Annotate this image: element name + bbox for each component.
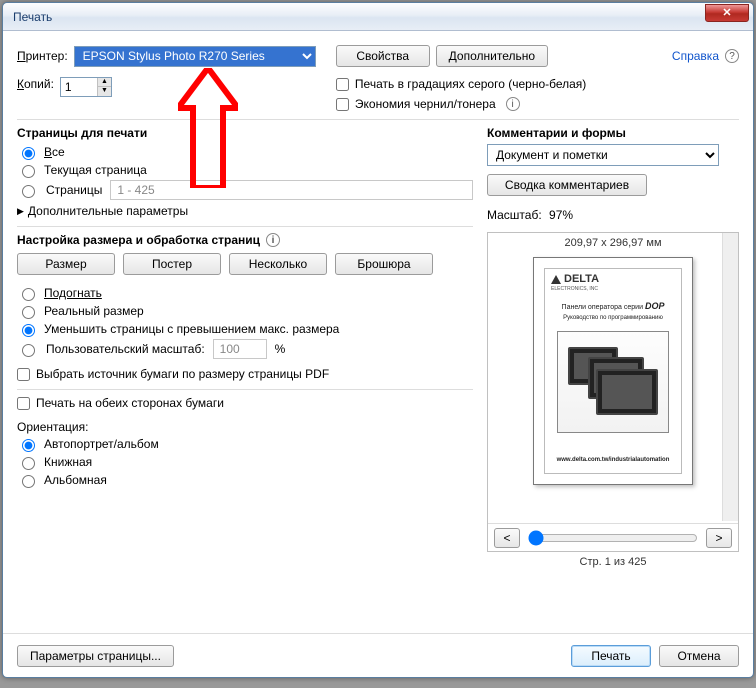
booklet-tab[interactable]: Брошюра xyxy=(335,253,433,275)
custom-scale-input[interactable] xyxy=(213,339,267,359)
info-icon[interactable]: i xyxy=(266,233,280,247)
custom-scale-radio[interactable]: Пользовательский масштаб: % xyxy=(17,339,473,359)
printer-select[interactable]: EPSON Stylus Photo R270 Series xyxy=(74,46,316,67)
stepper-up-icon[interactable]: ▲ xyxy=(97,78,111,87)
page-setup-button[interactable]: Параметры страницы... xyxy=(17,645,174,667)
comments-summary-button[interactable]: Сводка комментариев xyxy=(487,174,647,196)
stepper-down-icon[interactable]: ▼ xyxy=(97,87,111,96)
orient-portrait-radio[interactable]: Книжная xyxy=(17,454,473,470)
preview-slider[interactable] xyxy=(528,530,698,546)
titlebar: Печать ✕ xyxy=(3,3,753,31)
close-icon: ✕ xyxy=(722,6,731,19)
help-icon[interactable]: ? xyxy=(725,49,739,63)
scale-value: 97% xyxy=(549,208,573,222)
printer-label: Принтер: xyxy=(17,49,68,63)
eco-checkbox[interactable]: Экономия чернил/тонера i xyxy=(336,97,586,111)
pages-current-radio[interactable]: Текущая страница xyxy=(17,162,473,178)
preview-prev-button[interactable]: < xyxy=(494,528,520,548)
properties-button[interactable]: Свойства xyxy=(336,45,430,67)
window-title: Печать xyxy=(13,10,52,24)
orient-auto-radio[interactable]: Автопортрет/альбом xyxy=(17,436,473,452)
copies-label: Копий: xyxy=(17,77,54,91)
delta-logo-icon xyxy=(551,275,561,284)
pages-all-radio[interactable]: Все xyxy=(17,144,473,160)
preview-brand: DELTA xyxy=(551,273,599,285)
comments-dropdown[interactable]: Документ и пометки xyxy=(487,144,719,166)
preview-dimensions: 209,97 x 296,97 мм xyxy=(488,237,738,249)
advanced-button[interactable]: Дополнительно xyxy=(436,45,548,67)
actual-radio[interactable]: Реальный размер xyxy=(17,303,473,319)
pages-range-input[interactable] xyxy=(110,180,473,200)
preview-scrollbar[interactable] xyxy=(722,233,738,521)
preview-page: DELTA ELECTRONICS, INC Панели оператора … xyxy=(533,257,693,485)
close-button[interactable]: ✕ xyxy=(705,4,749,22)
cancel-button[interactable]: Отмена xyxy=(659,645,739,667)
preview-panel: 209,97 x 296,97 мм DELTA ELECTRONICS, IN… xyxy=(487,232,739,552)
poster-tab[interactable]: Постер xyxy=(123,253,221,275)
chevron-right-icon: ▶ xyxy=(17,206,24,217)
copies-input[interactable] xyxy=(61,78,97,96)
orient-landscape-radio[interactable]: Альбомная xyxy=(17,472,473,488)
scale-label: Масштаб: xyxy=(487,208,542,222)
info-icon[interactable]: i xyxy=(506,97,520,111)
fit-radio[interactable]: Подогнать xyxy=(17,285,473,301)
preview-page-status: Стр. 1 из 425 xyxy=(487,556,739,568)
preview-next-button[interactable]: > xyxy=(706,528,732,548)
print-button[interactable]: Печать xyxy=(571,645,651,667)
duplex-checkbox[interactable]: Печать на обеих сторонах бумаги xyxy=(17,396,473,410)
pages-range-radio[interactable]: Страницы xyxy=(17,180,473,200)
grayscale-checkbox[interactable]: Печать в градациях серого (черно-белая) xyxy=(336,77,586,91)
pages-section-title: Страницы для печати xyxy=(17,126,473,140)
size-tab[interactable]: Размер xyxy=(17,253,115,275)
orientation-label: Ориентация: xyxy=(17,420,473,434)
preview-image xyxy=(557,331,669,433)
copies-stepper[interactable]: ▲ ▼ xyxy=(60,77,112,97)
more-options-toggle[interactable]: ▶ Дополнительные параметры xyxy=(17,204,473,218)
paper-source-checkbox[interactable]: Выбрать источник бумаги по размеру стран… xyxy=(17,367,473,381)
comments-section-title: Комментарии и формы xyxy=(487,126,739,140)
shrink-radio[interactable]: Уменьшить страницы с превышением макс. р… xyxy=(17,321,473,337)
help-link[interactable]: Справка xyxy=(672,49,719,63)
multiple-tab[interactable]: Несколько xyxy=(229,253,327,275)
size-section-title: Настройка размера и обработка страниц i xyxy=(17,233,473,247)
